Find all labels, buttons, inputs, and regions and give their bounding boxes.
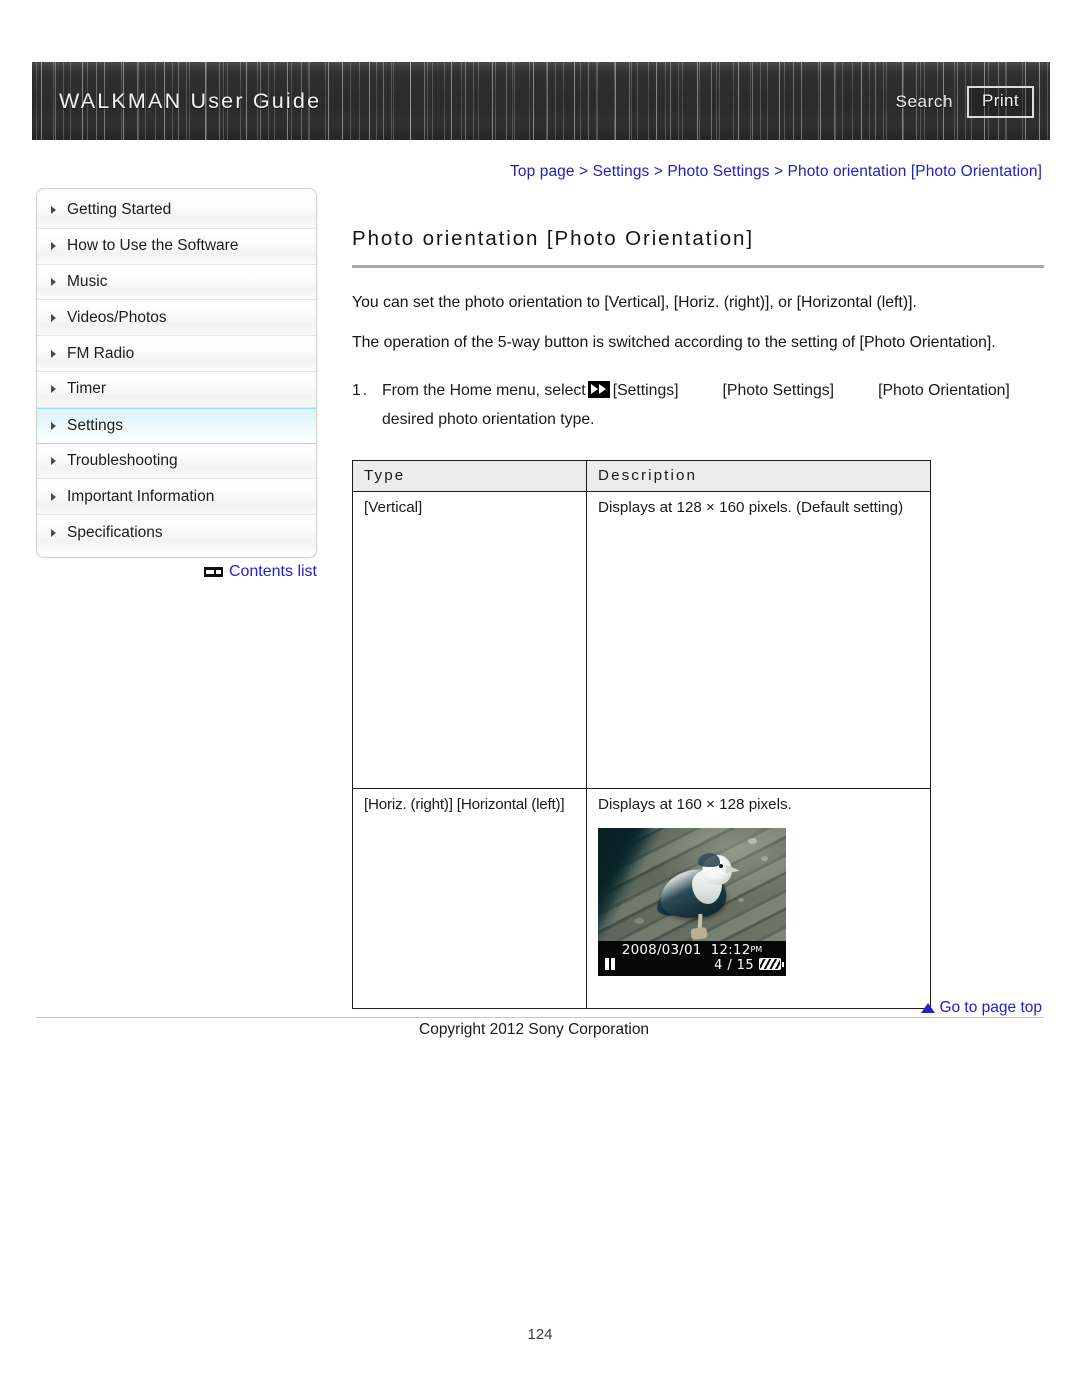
sidebar-item-music[interactable]: Music bbox=[37, 264, 316, 301]
chevron-right-icon bbox=[51, 492, 56, 501]
column-header-description: Description bbox=[586, 459, 931, 492]
instruction-step-1: 1. From the Home menu, select [Settings] [… bbox=[352, 378, 1044, 433]
seagull-foot bbox=[690, 927, 708, 940]
site-title: WALKMAN User Guide bbox=[59, 89, 322, 113]
sidebar-item-videos-photos[interactable]: Videos/Photos bbox=[37, 300, 316, 337]
chevron-right-icon bbox=[51, 529, 56, 538]
intro-paragraph-1: You can set the photo orientation to [Ve… bbox=[352, 294, 917, 311]
fast-forward-icon bbox=[587, 380, 610, 398]
photo-osd-bar: 2008/03/01 12:12PM 4 / 15 bbox=[598, 940, 786, 976]
sidebar-item-label: Videos/Photos bbox=[67, 308, 167, 326]
osd-time: 12:12 bbox=[710, 941, 751, 958]
main-content: Photo orientation [Photo Orientation] Yo… bbox=[352, 188, 1044, 1009]
chevron-right-icon bbox=[51, 242, 56, 251]
search-link[interactable]: Search bbox=[896, 92, 953, 112]
chevron-right-icon bbox=[51, 206, 56, 215]
chevron-right-icon bbox=[51, 313, 56, 322]
copyright-text: Copyright 2012 Sony Corporation bbox=[419, 1021, 650, 1038]
description-text: Displays at 160 × 128 pixels. bbox=[598, 795, 792, 813]
photo-scene bbox=[598, 827, 786, 943]
sidebar-item-label: Important Information bbox=[67, 487, 215, 505]
sidebar-item-getting-started[interactable]: Getting Started bbox=[37, 193, 316, 229]
footer-divider bbox=[36, 1017, 1044, 1018]
description-text: Displays at 128 × 160 pixels. (Default s… bbox=[598, 498, 904, 516]
sidebar-item-label: FM Radio bbox=[67, 344, 135, 362]
sidebar-item-label: Settings bbox=[67, 416, 124, 434]
photo-orientation-table: Type Description [Vertical] Displays at … bbox=[352, 459, 931, 1009]
sidebar-item-label: Troubleshooting bbox=[67, 451, 178, 469]
pause-icon bbox=[605, 957, 615, 970]
step-number: 1. bbox=[352, 381, 370, 399]
go-to-page-top-label[interactable]: Go to page top bbox=[939, 999, 1042, 1017]
deck-spot bbox=[761, 855, 768, 861]
print-button[interactable]: Print bbox=[967, 86, 1034, 118]
triangle-up-icon bbox=[921, 1003, 936, 1013]
contents-list-link[interactable]: Contents list bbox=[229, 563, 317, 581]
step-body: From the Home menu, select [Settings] [Pho… bbox=[382, 378, 1044, 433]
osd-datetime: 2008/03/01 12:12PM bbox=[598, 942, 786, 958]
seagull-beak bbox=[725, 865, 741, 875]
intro-paragraph-2: The operation of the 5-way button is swi… bbox=[352, 333, 996, 351]
go-to-page-top[interactable]: Go to page top bbox=[921, 999, 1042, 1017]
step-photo-settings-label: [Photo Settings] bbox=[722, 381, 835, 399]
osd-photo-counter: 4 / 15 bbox=[714, 957, 754, 973]
chevron-right-icon bbox=[51, 421, 56, 430]
contents-list-row[interactable]: Contents list bbox=[36, 563, 317, 581]
table-row: [Vertical] Displays at 128 × 160 pixels.… bbox=[352, 490, 931, 789]
sidebar-item-label: How to Use the Software bbox=[67, 237, 239, 255]
table-row: [Horiz. (right)] [Horizontal (left)] Dis… bbox=[352, 787, 931, 1009]
osd-date: 2008/03/01 bbox=[621, 941, 702, 958]
sidebar-item-timer[interactable]: Timer bbox=[37, 371, 316, 408]
cell-type-vertical: [Vertical] bbox=[352, 490, 587, 789]
deck-spot bbox=[634, 917, 644, 924]
chevron-right-icon bbox=[51, 456, 56, 465]
cell-description-vertical: Displays at 128 × 160 pixels. (Default s… bbox=[586, 490, 931, 789]
column-header-type: Type bbox=[352, 459, 587, 492]
page-number: 124 bbox=[527, 1326, 553, 1343]
sidebar-item-label: Music bbox=[67, 272, 108, 290]
chevron-right-icon bbox=[51, 349, 56, 358]
site-header: WALKMAN User Guide Search Print bbox=[32, 62, 1050, 140]
sidebar-item-how-to-use-the-software[interactable]: How to Use the Software bbox=[37, 228, 316, 265]
sidebar-item-fm-radio[interactable]: FM Radio bbox=[37, 336, 316, 372]
deck-spot bbox=[738, 897, 744, 902]
contents-list-icon bbox=[203, 567, 223, 577]
seagull-eye bbox=[719, 863, 723, 868]
sidebar-item-label: Timer bbox=[67, 380, 107, 398]
cell-description-horizontal: Displays at 160 × 128 pixels. 2008/03/01… bbox=[586, 787, 931, 1009]
breadcrumb[interactable]: Top page > Settings > Photo Settings > P… bbox=[510, 163, 1042, 181]
sidebar-item-label: Specifications bbox=[67, 524, 163, 542]
chevron-right-icon bbox=[51, 277, 56, 286]
step-lead-text: From the Home menu, select bbox=[382, 381, 586, 399]
table-header-row: Type Description bbox=[352, 459, 931, 492]
seagull-cap bbox=[698, 852, 720, 867]
step-photo-orientation-label: [Photo Orientation] bbox=[878, 381, 1010, 399]
sidebar-item-important-information[interactable]: Important Information bbox=[37, 479, 316, 516]
chevron-right-icon bbox=[51, 385, 56, 394]
osd-ampm: PM bbox=[750, 944, 763, 954]
deck-spot bbox=[748, 837, 757, 844]
sidebar-item-troubleshooting[interactable]: Troubleshooting bbox=[37, 443, 316, 480]
sidebar-item-specifications[interactable]: Specifications bbox=[37, 515, 316, 551]
cell-type-horizontal: [Horiz. (right)] [Horizontal (left)] bbox=[352, 787, 587, 1009]
step-settings-label: [Settings] bbox=[612, 381, 679, 399]
battery-icon bbox=[759, 957, 784, 970]
photo-preview-thumbnail: 2008/03/01 12:12PM 4 / 15 bbox=[598, 827, 786, 976]
sidebar-item-settings[interactable]: Settings bbox=[37, 407, 316, 444]
sidebar-nav: Getting Started How to Use the Software … bbox=[36, 188, 317, 558]
header-actions: Search Print bbox=[896, 86, 1034, 118]
page-title: Photo orientation [Photo Orientation] bbox=[352, 227, 1044, 268]
sidebar-item-label: Getting Started bbox=[67, 201, 172, 219]
step-continuation: desired photo orientation type. bbox=[382, 411, 595, 429]
